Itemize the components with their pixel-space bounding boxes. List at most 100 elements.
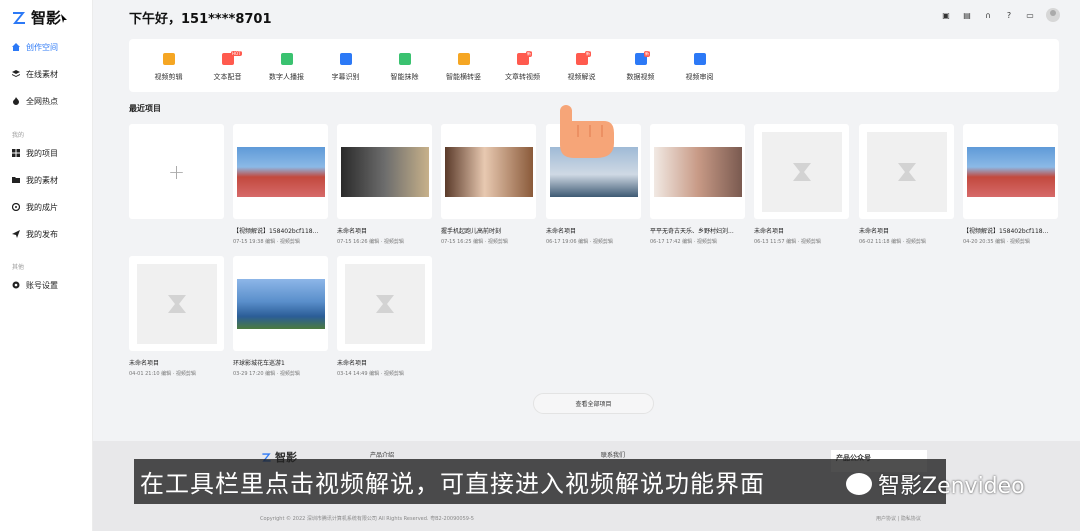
project-meta: 07-15 16:26 编辑 · 视频剪辑 bbox=[337, 239, 404, 245]
project-meta: 06-17 17:42 编辑 · 视频剪辑 bbox=[650, 239, 717, 245]
tool-item[interactable]: 智能抹除 bbox=[375, 39, 434, 92]
project-meta: 06-02 11:18 编辑 · 视频剪辑 bbox=[859, 239, 926, 245]
watermark: 智影Zenvideo bbox=[846, 468, 1025, 500]
recent-projects-title: 最近项目 bbox=[129, 104, 161, 113]
wechat-icon bbox=[846, 473, 872, 495]
project-name: 环球影城花车巡游1 bbox=[233, 360, 285, 367]
tool-bar: 视频剪辑 HOT 文本配音 数字人播报 字幕识别 智能抹除 智能横转竖新文章转视频新视频解说… bbox=[129, 39, 1059, 92]
tool-item[interactable]: 字幕识别 bbox=[316, 39, 375, 92]
project-meta: 03-14 14:49 编辑 · 视频剪辑 bbox=[337, 371, 404, 377]
view-all-projects-button[interactable]: 查看全部项目 bbox=[533, 393, 654, 414]
folder-icon bbox=[12, 177, 20, 183]
sidebar-item-create[interactable]: 创作空间 bbox=[12, 40, 58, 54]
project-name: 【视频解说】158402bcf118... bbox=[233, 228, 319, 235]
sidebar-item-materials[interactable]: 在线素材 bbox=[12, 67, 58, 81]
tool-label: 数字人播报 bbox=[269, 73, 304, 81]
sidebar-item-label: 我的成片 bbox=[26, 202, 58, 212]
tool-label: 数据视频 bbox=[626, 73, 655, 81]
project-card[interactable]: 未命名项目 03-14 14:49 编辑 · 视频剪辑 bbox=[337, 256, 432, 377]
footer-product-intro[interactable]: 产品介绍 bbox=[370, 450, 394, 459]
help-icon[interactable]: ? bbox=[1004, 10, 1014, 20]
tool-icon bbox=[457, 53, 470, 65]
project-card[interactable]: 未命名项目 07-15 16:26 编辑 · 视频剪辑 bbox=[337, 124, 432, 245]
project-card[interactable]: 未命名项目 04-01 21:10 编辑 · 视频剪辑 bbox=[129, 256, 224, 377]
thumbnail-image bbox=[966, 146, 1055, 197]
project-name: 平平无奇古天乐、乡野村妇刘... bbox=[650, 228, 734, 235]
project-name: 【视频解说】158402bcf118... bbox=[963, 228, 1049, 235]
greeting-title: 下午好，151****8701 bbox=[129, 12, 272, 27]
flame-icon bbox=[13, 97, 19, 105]
project-card[interactable]: 【视频解说】158402bcf118... 04-20 20:35 编辑 · 视频… bbox=[963, 124, 1058, 245]
sidebar-item-my-materials[interactable]: 我的素材 bbox=[12, 173, 58, 187]
project-thumbnail bbox=[441, 124, 536, 219]
project-thumbnail bbox=[859, 124, 954, 219]
tool-item[interactable]: 视频剪辑 bbox=[139, 39, 198, 92]
project-meta: 04-20 20:35 编辑 · 视频剪辑 bbox=[963, 239, 1030, 245]
tool-item[interactable]: 智能横转竖 bbox=[434, 39, 493, 92]
sidebar-item-hot[interactable]: 全网热点 bbox=[12, 94, 58, 108]
placeholder-logo-icon bbox=[167, 294, 186, 313]
tool-icon bbox=[693, 53, 706, 65]
thumbnail-image bbox=[340, 146, 429, 197]
project-card[interactable]: 未命名项目 06-02 11:18 编辑 · 视频剪辑 bbox=[859, 124, 954, 245]
project-thumbnail bbox=[754, 124, 849, 219]
video-subtitle: 在工具栏里点击视频解说，可直接进入视频解说功能界面 bbox=[134, 459, 946, 504]
sidebar-item-projects[interactable]: 我的项目 bbox=[12, 146, 58, 160]
project-card[interactable]: 平平无奇古天乐、乡野村妇刘... 06-17 17:42 编辑 · 视频剪辑 bbox=[650, 124, 745, 245]
gear-icon bbox=[12, 281, 20, 289]
sidebar-item-account[interactable]: 账号设置 bbox=[12, 278, 58, 292]
project-card[interactable]: 【视频解说】158402bcf118... 07-15 19:38 编辑 · 视频… bbox=[233, 124, 328, 245]
footer-contact[interactable]: 联系我们 bbox=[601, 450, 625, 459]
avatar[interactable] bbox=[1046, 8, 1060, 22]
screen-icon[interactable]: ▣ bbox=[941, 10, 951, 20]
headset-icon[interactable]: ∩ bbox=[983, 10, 993, 20]
tool-label: 文本配音 bbox=[213, 73, 242, 81]
tool-label: 智能抹除 bbox=[390, 73, 419, 81]
clipboard-icon[interactable]: ▤ bbox=[962, 10, 972, 20]
sidebar-item-films[interactable]: 我的成片 bbox=[12, 200, 58, 214]
project-meta: 04-01 21:10 编辑 · 视频剪辑 bbox=[129, 371, 196, 377]
tool-label: 智能横转竖 bbox=[446, 73, 481, 81]
project-thumbnail bbox=[650, 124, 745, 219]
project-name: 未命名项目 bbox=[129, 360, 160, 367]
placeholder-thumbnail bbox=[136, 263, 217, 344]
sidebar-item-label: 我的发布 bbox=[26, 229, 58, 239]
thumbnail-image bbox=[444, 146, 533, 197]
project-meta: 07-15 19:38 编辑 · 视频剪辑 bbox=[233, 239, 300, 245]
placeholder-thumbnail bbox=[344, 263, 425, 344]
tool-item[interactable]: 视频审阅 bbox=[670, 39, 729, 92]
project-thumbnail bbox=[337, 256, 432, 351]
tool-item[interactable]: HOT 文本配音 bbox=[198, 39, 257, 92]
sidebar-item-label: 我的素材 bbox=[26, 175, 58, 185]
tool-item[interactable]: 新视频解说 bbox=[552, 39, 611, 92]
thumbnail-image bbox=[236, 146, 325, 197]
tool-item[interactable]: 新数据视频 bbox=[611, 39, 670, 92]
tool-icon bbox=[398, 53, 411, 65]
app-logo[interactable]: 智影 bbox=[11, 7, 61, 28]
footer-links[interactable]: 用户协议 | 隐私协议 bbox=[876, 515, 921, 522]
placeholder-logo-icon bbox=[792, 162, 811, 181]
project-thumbnail bbox=[337, 124, 432, 219]
sidebar-item-publish[interactable]: 我的发布 bbox=[12, 227, 58, 241]
sidebar-item-label: 在线素材 bbox=[26, 69, 58, 79]
sidebar-section-mine: 我的 bbox=[12, 132, 25, 139]
tool-item[interactable]: 新文章转视频 bbox=[493, 39, 552, 92]
project-name: 未命名项目 bbox=[337, 228, 368, 235]
layers-icon bbox=[12, 70, 20, 77]
project-name: 未命名项目 bbox=[337, 360, 368, 367]
footer-copyright: Copyright © 2022 深圳市腾讯计算机系统有限公司 All Righ… bbox=[260, 516, 474, 522]
tool-label: 视频解说 bbox=[567, 73, 596, 81]
project-name: 握手机起跑儿高前时刻 bbox=[441, 228, 502, 235]
placeholder-thumbnail bbox=[866, 131, 947, 212]
tool-badge: 新 bbox=[644, 51, 650, 57]
project-card[interactable]: 握手机起跑儿高前时刻 07-15 16:25 编辑 · 视频剪辑 bbox=[441, 124, 536, 245]
project-card[interactable]: 环球影城花车巡游1 03-29 17:20 编辑 · 视频剪辑 bbox=[233, 256, 328, 377]
project-thumbnail bbox=[963, 124, 1058, 219]
message-icon[interactable]: ▭ bbox=[1025, 10, 1035, 20]
new-project-card[interactable]: + bbox=[129, 124, 224, 219]
sidebar-item-label: 账号设置 bbox=[26, 280, 58, 290]
tool-item[interactable]: 数字人播报 bbox=[257, 39, 316, 92]
project-card[interactable]: 未命名项目 06-13 11:57 编辑 · 视频剪辑 bbox=[754, 124, 849, 245]
app-name: 智影 bbox=[31, 9, 62, 27]
tool-icon bbox=[339, 53, 352, 65]
